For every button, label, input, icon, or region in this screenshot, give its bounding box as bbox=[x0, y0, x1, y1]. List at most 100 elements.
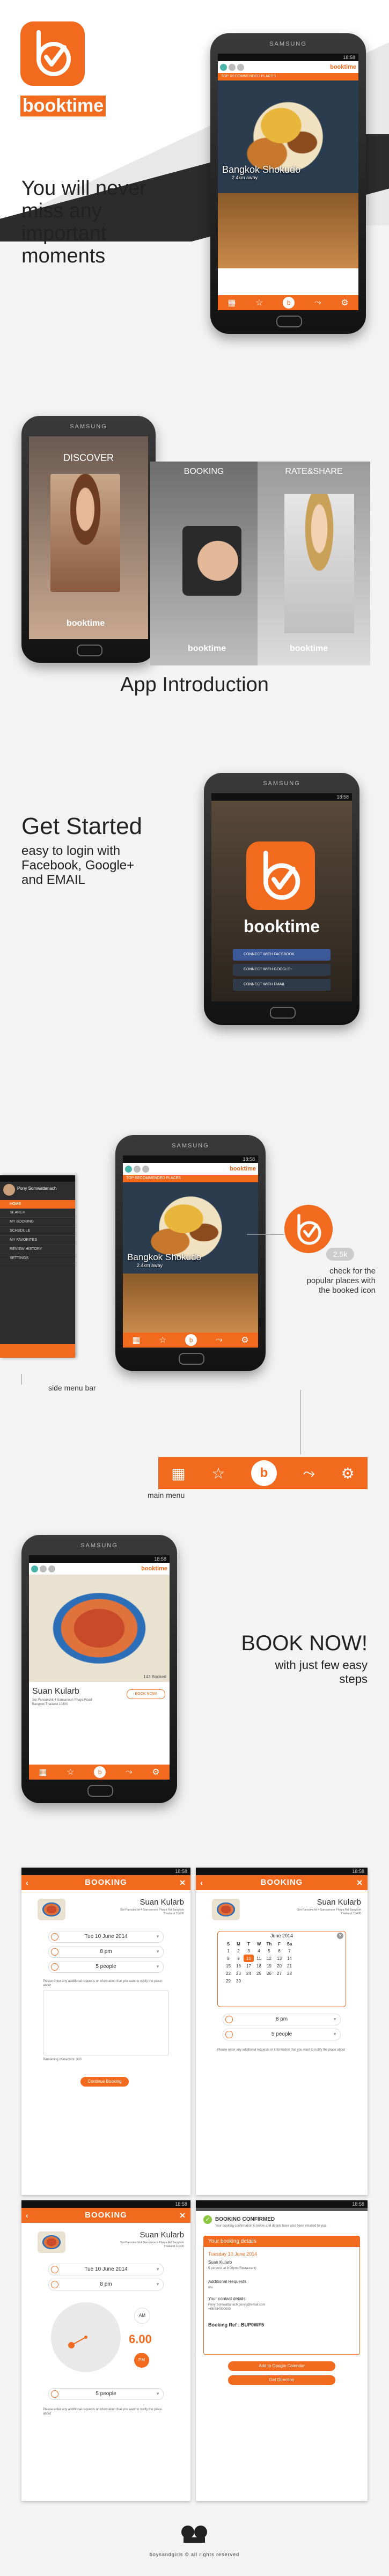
main-tab-bar: ▦ ☆ b ⤳ ⚙ bbox=[29, 1765, 170, 1780]
calendar-day[interactable]: 22 bbox=[223, 1970, 233, 1977]
map-route-icon[interactable]: ⤳ bbox=[126, 1767, 133, 1777]
sidebar-item-my-booking[interactable]: MY BOOKING bbox=[0, 1218, 75, 1227]
calendar-icon[interactable]: ▦ bbox=[132, 1335, 140, 1345]
sidebar-item-search[interactable]: SEARCH bbox=[0, 1209, 75, 1218]
date-selector[interactable]: Tue 10 June 2014 ▼ bbox=[48, 1931, 164, 1943]
time-selector[interactable]: 8 pm ▼ bbox=[48, 2279, 164, 2290]
restaurant-photo[interactable] bbox=[29, 1575, 170, 1682]
calendar-day[interactable]: 30 bbox=[233, 1977, 244, 1985]
calendar-day[interactable]: 26 bbox=[264, 1970, 274, 1977]
email-login-button[interactable]: CONNECT WITH EMAIL bbox=[233, 979, 331, 991]
search-icon[interactable] bbox=[40, 1565, 47, 1572]
gear-icon[interactable]: ⚙ bbox=[341, 1465, 355, 1482]
calendar-icon[interactable]: ▦ bbox=[227, 297, 236, 308]
booktime-center-icon[interactable]: b bbox=[283, 297, 295, 309]
menu-button[interactable] bbox=[220, 63, 227, 71]
calendar-icon[interactable]: ▦ bbox=[39, 1767, 47, 1777]
people-selector[interactable]: 5 people ▼ bbox=[48, 2388, 164, 2400]
calendar-close-icon[interactable]: ✕ bbox=[337, 1933, 343, 1939]
am-button[interactable]: AM bbox=[134, 2308, 150, 2324]
calendar-day[interactable]: 28 bbox=[284, 1970, 295, 1977]
calendar-day[interactable]: 20 bbox=[274, 1962, 284, 1970]
search-icon[interactable] bbox=[134, 1165, 141, 1173]
sidebar-item-home[interactable]: HOME bbox=[0, 1200, 75, 1209]
request-textarea[interactable] bbox=[43, 1990, 169, 2055]
star-icon[interactable]: ☆ bbox=[211, 1465, 225, 1482]
settings-icon[interactable] bbox=[48, 1565, 55, 1572]
facebook-login-button[interactable]: CONNECT WITH FACEBOOK bbox=[233, 949, 331, 961]
map-route-icon[interactable]: ⤳ bbox=[303, 1465, 315, 1482]
get-direction-button[interactable]: Get Direction bbox=[228, 2375, 335, 2385]
google-login-button[interactable]: CONNECT WITH GOOGLE+ bbox=[233, 964, 331, 976]
sidebar-item-my-favorites[interactable]: MY FAVORITES bbox=[0, 1236, 75, 1245]
calendar-day-selected[interactable]: 10 bbox=[244, 1955, 254, 1962]
second-dish-image[interactable] bbox=[218, 193, 358, 268]
back-icon[interactable]: ‹ bbox=[26, 2208, 29, 2223]
booktime-center-icon[interactable]: b bbox=[94, 1766, 106, 1778]
date-selector[interactable]: Tue 10 June 2014 ▼ bbox=[48, 2264, 164, 2275]
sidebar-item-review-history[interactable]: REVIEW HISTORY bbox=[0, 1245, 75, 1254]
time-selector[interactable]: 8 pm ▼ bbox=[48, 1946, 164, 1958]
calendar-day[interactable]: 19 bbox=[264, 1962, 274, 1970]
continue-booking-button[interactable]: Continue Booking bbox=[80, 2077, 129, 2087]
map-route-icon[interactable]: ⤳ bbox=[216, 1335, 223, 1345]
close-icon[interactable]: ✕ bbox=[179, 1875, 186, 1890]
time-selector[interactable]: 8 pm ▼ bbox=[223, 2014, 341, 2025]
back-icon[interactable]: ‹ bbox=[200, 1875, 203, 1890]
calendar-day[interactable]: 27 bbox=[274, 1970, 284, 1977]
place-name[interactable]: Bangkok Shokudo bbox=[222, 164, 300, 175]
gear-icon[interactable]: ⚙ bbox=[341, 297, 348, 308]
calendar-day[interactable]: 18 bbox=[254, 1962, 264, 1970]
map-route-icon[interactable]: ⤳ bbox=[314, 298, 321, 308]
calendar-day[interactable]: 4 bbox=[254, 1947, 264, 1955]
calendar-day[interactable]: 15 bbox=[223, 1962, 233, 1970]
calendar-day[interactable]: 3 bbox=[244, 1947, 254, 1955]
calendar-day[interactable]: 1 bbox=[223, 1947, 233, 1955]
intro-panel-rate: RATE&SHARE booktime bbox=[258, 462, 370, 665]
calendar-day[interactable]: 16 bbox=[233, 1962, 244, 1970]
settings-icon[interactable] bbox=[237, 63, 244, 71]
booktime-center-icon[interactable]: b bbox=[185, 1334, 197, 1346]
back-icon[interactable]: ‹ bbox=[26, 1875, 29, 1890]
people-selector[interactable]: 5 people ▼ bbox=[48, 1961, 164, 1973]
menu-button[interactable] bbox=[31, 1565, 38, 1572]
calendar-icon[interactable]: ▦ bbox=[171, 1465, 185, 1482]
avatar[interactable] bbox=[3, 1184, 15, 1196]
menu-button[interactable] bbox=[125, 1165, 132, 1173]
add-to-calendar-button[interactable]: Add to Google Calendar bbox=[228, 2361, 335, 2371]
booktime-center-icon[interactable]: b bbox=[251, 1460, 277, 1486]
calendar-day[interactable]: 6 bbox=[274, 1947, 284, 1955]
second-dish-image[interactable] bbox=[123, 1274, 258, 1333]
calendar-day[interactable]: 11 bbox=[254, 1955, 264, 1962]
place-name[interactable]: Bangkok Shokudo bbox=[127, 1252, 201, 1263]
close-icon[interactable]: ✕ bbox=[356, 1875, 363, 1890]
gear-icon[interactable]: ⚙ bbox=[241, 1335, 248, 1345]
sidebar-item-settings[interactable]: SETTINGS bbox=[0, 1254, 75, 1263]
calendar-day[interactable]: 29 bbox=[223, 1977, 233, 1985]
calendar-day[interactable]: 17 bbox=[244, 1962, 254, 1970]
calendar-day[interactable]: 5 bbox=[264, 1947, 274, 1955]
calendar-day[interactable]: 14 bbox=[284, 1955, 295, 1962]
star-icon[interactable]: ☆ bbox=[67, 1767, 74, 1777]
sidebar-item-schedule[interactable]: SCHEDULE bbox=[0, 1227, 75, 1236]
pm-button[interactable]: PM bbox=[134, 2353, 149, 2368]
star-icon[interactable]: ☆ bbox=[255, 297, 263, 308]
clock-picker[interactable] bbox=[51, 2302, 121, 2372]
calendar-day[interactable]: 7 bbox=[284, 1947, 295, 1955]
close-icon[interactable]: ✕ bbox=[179, 2208, 186, 2223]
settings-icon[interactable] bbox=[142, 1165, 149, 1173]
calendar-day[interactable]: 23 bbox=[233, 1970, 244, 1977]
calendar-day[interactable]: 24 bbox=[244, 1970, 254, 1977]
book-now-button[interactable]: BOOK NOW! bbox=[127, 1689, 165, 1699]
calendar-day[interactable]: 25 bbox=[254, 1970, 264, 1977]
calendar-day[interactable]: 21 bbox=[284, 1962, 295, 1970]
calendar-day[interactable]: 9 bbox=[233, 1955, 244, 1962]
people-selector[interactable]: 5 people ▼ bbox=[223, 2029, 341, 2040]
calendar-day[interactable]: 12 bbox=[264, 1955, 274, 1962]
gear-icon[interactable]: ⚙ bbox=[152, 1767, 159, 1777]
star-icon[interactable]: ☆ bbox=[159, 1335, 166, 1345]
calendar-day[interactable]: 13 bbox=[274, 1955, 284, 1962]
calendar-day[interactable]: 2 bbox=[233, 1947, 244, 1955]
search-icon[interactable] bbox=[229, 63, 236, 71]
calendar-day[interactable]: 8 bbox=[223, 1955, 233, 1962]
